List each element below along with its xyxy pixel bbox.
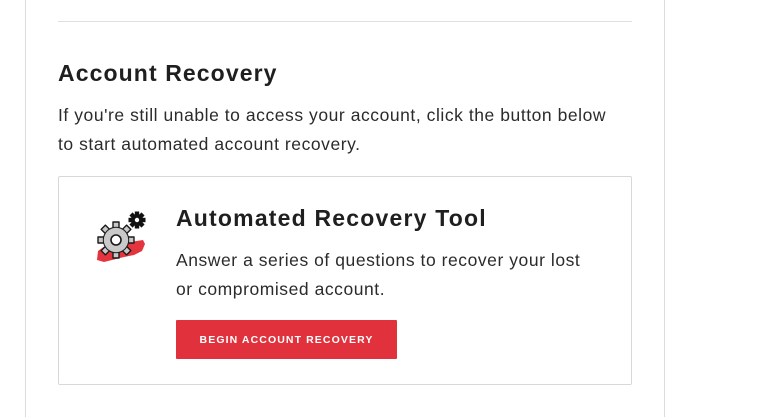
tool-description: Answer a series of questions to recover … — [176, 250, 581, 299]
recovery-tool-card: Automated Recovery Tool Answer a series … — [58, 176, 632, 385]
content-card: Account Recovery If you're still unable … — [25, 0, 665, 417]
divider — [58, 21, 632, 22]
section-description: If you're still unable to access your ac… — [58, 105, 607, 154]
page: Account Recovery If you're still unable … — [0, 0, 757, 417]
section-title: Account Recovery — [58, 60, 278, 86]
tool-title: Automated Recovery Tool — [176, 205, 487, 231]
begin-account-recovery-button[interactable]: BEGIN ACCOUNT RECOVERY — [176, 320, 397, 359]
gears-icon — [97, 211, 146, 262]
